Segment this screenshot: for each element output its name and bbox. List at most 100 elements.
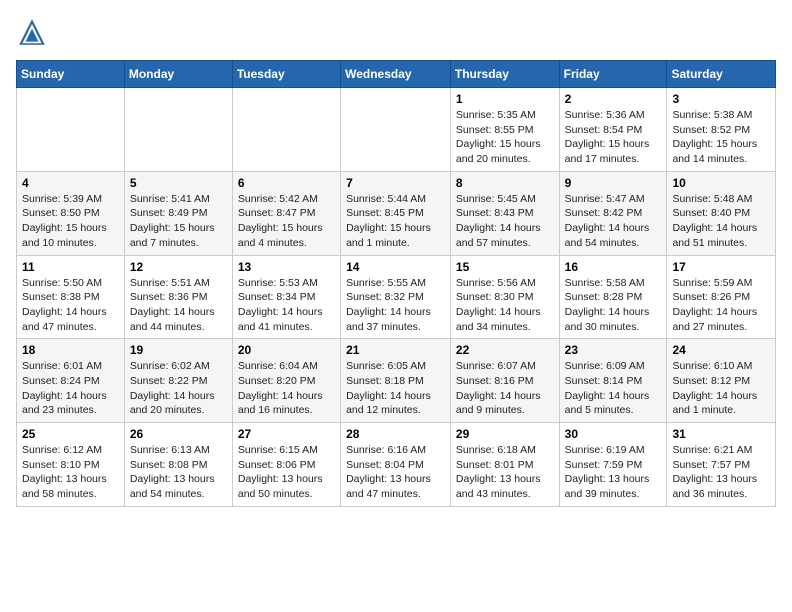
day-info: Sunrise: 6:07 AMSunset: 8:16 PMDaylight:… — [456, 359, 554, 418]
day-info: Sunrise: 6:16 AMSunset: 8:04 PMDaylight:… — [346, 443, 445, 502]
calendar-cell: 15 Sunrise: 5:56 AMSunset: 8:30 PMDayligh… — [450, 255, 559, 339]
calendar-header-wednesday: Wednesday — [341, 61, 451, 88]
day-number: 25 — [22, 427, 119, 441]
day-info: Sunrise: 6:01 AMSunset: 8:24 PMDaylight:… — [22, 359, 119, 418]
logo — [16, 16, 52, 48]
day-info: Sunrise: 5:58 AMSunset: 8:28 PMDaylight:… — [565, 276, 662, 335]
calendar-week-4: 18 Sunrise: 6:01 AMSunset: 8:24 PMDayligh… — [17, 339, 776, 423]
day-number: 3 — [672, 92, 770, 106]
calendar-header-friday: Friday — [559, 61, 667, 88]
day-number: 21 — [346, 343, 445, 357]
calendar-header-sunday: Sunday — [17, 61, 125, 88]
day-info: Sunrise: 5:42 AMSunset: 8:47 PMDaylight:… — [238, 192, 335, 251]
calendar-cell: 14Sunrise: 5:55 AMSunset: 8:32 PMDayligh… — [341, 255, 451, 339]
day-number: 24 — [672, 343, 770, 357]
calendar-cell: 18 Sunrise: 6:01 AMSunset: 8:24 PMDayligh… — [17, 339, 125, 423]
day-number: 27 — [238, 427, 335, 441]
day-info: Sunrise: 6:12 AMSunset: 8:10 PMDaylight:… — [22, 443, 119, 502]
day-number: 14 — [346, 260, 445, 274]
calendar-cell — [232, 88, 340, 172]
day-info: Sunrise: 6:02 AMSunset: 8:22 PMDaylight:… — [130, 359, 227, 418]
calendar-cell: 20 Sunrise: 6:04 AMSunset: 8:20 PMDayligh… — [232, 339, 340, 423]
day-info: Sunrise: 5:41 AMSunset: 8:49 PMDaylight:… — [130, 192, 227, 251]
day-number: 7 — [346, 176, 445, 190]
day-number: 13 — [238, 260, 335, 274]
calendar-cell: 21 Sunrise: 6:05 AMSunset: 8:18 PMDayligh… — [341, 339, 451, 423]
calendar-week-2: 4 Sunrise: 5:39 AMSunset: 8:50 PMDaylight… — [17, 171, 776, 255]
day-number: 4 — [22, 176, 119, 190]
day-number: 20 — [238, 343, 335, 357]
calendar-cell: 19 Sunrise: 6:02 AMSunset: 8:22 PMDayligh… — [124, 339, 232, 423]
day-info: Sunrise: 5:39 AMSunset: 8:50 PMDaylight:… — [22, 192, 119, 251]
logo-icon — [16, 16, 48, 48]
day-number: 26 — [130, 427, 227, 441]
day-info: Sunrise: 5:45 AMSunset: 8:43 PMDaylight:… — [456, 192, 554, 251]
day-info: Sunrise: 5:35 AMSunset: 8:55 PMDaylight:… — [456, 108, 554, 167]
day-info: Sunrise: 6:10 AMSunset: 8:12 PMDaylight:… — [672, 359, 770, 418]
day-number: 23 — [565, 343, 662, 357]
calendar-table: SundayMondayTuesdayWednesdayThursdayFrid… — [16, 60, 776, 507]
day-number: 19 — [130, 343, 227, 357]
calendar-week-5: 25 Sunrise: 6:12 AMSunset: 8:10 PMDayligh… — [17, 423, 776, 507]
day-info: Sunrise: 6:21 AMSunset: 7:57 PMDaylight:… — [672, 443, 770, 502]
day-number: 16 — [565, 260, 662, 274]
day-number: 22 — [456, 343, 554, 357]
day-info: Sunrise: 6:18 AMSunset: 8:01 PMDaylight:… — [456, 443, 554, 502]
calendar-cell: 31 Sunrise: 6:21 AMSunset: 7:57 PMDayligh… — [667, 423, 776, 507]
calendar-header-tuesday: Tuesday — [232, 61, 340, 88]
calendar-cell: 23 Sunrise: 6:09 AMSunset: 8:14 PMDayligh… — [559, 339, 667, 423]
calendar-cell — [341, 88, 451, 172]
calendar-cell: 1 Sunrise: 5:35 AMSunset: 8:55 PMDaylight… — [450, 88, 559, 172]
calendar-cell: 17Sunrise: 5:59 AMSunset: 8:26 PMDayligh… — [667, 255, 776, 339]
calendar-header-saturday: Saturday — [667, 61, 776, 88]
calendar-cell: 16 Sunrise: 5:58 AMSunset: 8:28 PMDayligh… — [559, 255, 667, 339]
day-info: Sunrise: 5:47 AMSunset: 8:42 PMDaylight:… — [565, 192, 662, 251]
day-info: Sunrise: 5:50 AMSunset: 8:38 PMDaylight:… — [22, 276, 119, 335]
day-number: 18 — [22, 343, 119, 357]
calendar-cell: 11 Sunrise: 5:50 AMSunset: 8:38 PMDayligh… — [17, 255, 125, 339]
calendar-cell: 27 Sunrise: 6:15 AMSunset: 8:06 PMDayligh… — [232, 423, 340, 507]
day-info: Sunrise: 5:44 AMSunset: 8:45 PMDaylight:… — [346, 192, 445, 251]
day-number: 6 — [238, 176, 335, 190]
day-number: 9 — [565, 176, 662, 190]
day-number: 12 — [130, 260, 227, 274]
day-info: Sunrise: 5:53 AMSunset: 8:34 PMDaylight:… — [238, 276, 335, 335]
day-number: 29 — [456, 427, 554, 441]
calendar-cell: 3Sunrise: 5:38 AMSunset: 8:52 PMDaylight… — [667, 88, 776, 172]
day-number: 5 — [130, 176, 227, 190]
calendar-cell: 26 Sunrise: 6:13 AMSunset: 8:08 PMDayligh… — [124, 423, 232, 507]
calendar-cell: 6 Sunrise: 5:42 AMSunset: 8:47 PMDaylight… — [232, 171, 340, 255]
calendar-header-thursday: Thursday — [450, 61, 559, 88]
day-info: Sunrise: 6:09 AMSunset: 8:14 PMDaylight:… — [565, 359, 662, 418]
day-number: 17 — [672, 260, 770, 274]
calendar-cell: 8 Sunrise: 5:45 AMSunset: 8:43 PMDaylight… — [450, 171, 559, 255]
day-info: Sunrise: 5:48 AMSunset: 8:40 PMDaylight:… — [672, 192, 770, 251]
calendar-cell: 5 Sunrise: 5:41 AMSunset: 8:49 PMDaylight… — [124, 171, 232, 255]
day-number: 8 — [456, 176, 554, 190]
calendar-cell: 24 Sunrise: 6:10 AMSunset: 8:12 PMDayligh… — [667, 339, 776, 423]
day-number: 15 — [456, 260, 554, 274]
calendar-header-monday: Monday — [124, 61, 232, 88]
day-info: Sunrise: 6:05 AMSunset: 8:18 PMDaylight:… — [346, 359, 445, 418]
day-info: Sunrise: 5:51 AMSunset: 8:36 PMDaylight:… — [130, 276, 227, 335]
day-info: Sunrise: 6:15 AMSunset: 8:06 PMDaylight:… — [238, 443, 335, 502]
page-header — [16, 16, 776, 48]
day-number: 10 — [672, 176, 770, 190]
calendar-cell: 22 Sunrise: 6:07 AMSunset: 8:16 PMDayligh… — [450, 339, 559, 423]
calendar-cell: 29 Sunrise: 6:18 AMSunset: 8:01 PMDayligh… — [450, 423, 559, 507]
day-number: 28 — [346, 427, 445, 441]
calendar-cell: 28 Sunrise: 6:16 AMSunset: 8:04 PMDayligh… — [341, 423, 451, 507]
calendar-week-1: 1 Sunrise: 5:35 AMSunset: 8:55 PMDaylight… — [17, 88, 776, 172]
day-number: 31 — [672, 427, 770, 441]
day-number: 30 — [565, 427, 662, 441]
day-number: 11 — [22, 260, 119, 274]
calendar-cell: 25 Sunrise: 6:12 AMSunset: 8:10 PMDayligh… — [17, 423, 125, 507]
day-info: Sunrise: 6:04 AMSunset: 8:20 PMDaylight:… — [238, 359, 335, 418]
day-info: Sunrise: 5:36 AMSunset: 8:54 PMDaylight:… — [565, 108, 662, 167]
day-info: Sunrise: 5:56 AMSunset: 8:30 PMDaylight:… — [456, 276, 554, 335]
calendar-week-3: 11 Sunrise: 5:50 AMSunset: 8:38 PMDayligh… — [17, 255, 776, 339]
calendar-cell: 30 Sunrise: 6:19 AMSunset: 7:59 PMDayligh… — [559, 423, 667, 507]
day-number: 1 — [456, 92, 554, 106]
day-info: Sunrise: 6:13 AMSunset: 8:08 PMDaylight:… — [130, 443, 227, 502]
day-info: Sunrise: 6:19 AMSunset: 7:59 PMDaylight:… — [565, 443, 662, 502]
